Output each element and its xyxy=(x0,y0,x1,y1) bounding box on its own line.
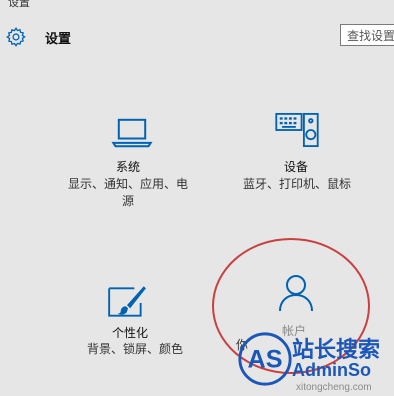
laptop-icon xyxy=(111,118,153,148)
watermark-brand-a: Admin xyxy=(292,360,348,380)
watermark-brand-b: So xyxy=(348,360,372,380)
tile-devices-desc-line1: 蓝牙、打印机、鼠标 xyxy=(242,177,351,191)
search-input[interactable]: 查找设置 xyxy=(340,24,394,46)
person-icon xyxy=(279,275,313,312)
tile-devices-label: 设备 xyxy=(284,160,309,174)
tile-personalization[interactable]: 个性化 背景、锁屏、颜色 xyxy=(70,278,200,368)
watermark: AS 站长搜索 AdminSo xitongcheng.com xyxy=(236,330,394,396)
watermark-logo: AS xyxy=(238,332,292,386)
tile-system[interactable]: 系统 显示、通知、应用、电 源 xyxy=(30,108,200,208)
svg-text:AS: AS xyxy=(248,346,283,374)
window-title: 设置 xyxy=(8,0,30,9)
tile-system-desc-line1: 显示、通知、应用、电 xyxy=(67,177,188,191)
tile-personalization-label: 个性化 xyxy=(112,326,149,340)
paintbrush-icon xyxy=(108,286,146,317)
tile-system-label: 系统 xyxy=(116,160,141,174)
gear-icon xyxy=(6,27,26,47)
tile-personalization-desc-line1: 背景、锁屏、颜色 xyxy=(86,342,183,356)
tile-devices[interactable]: 设备 蓝牙、打印机、鼠标 xyxy=(230,108,394,198)
keyboard-speaker-icon xyxy=(275,112,319,148)
watermark-url: xitongcheng.com xyxy=(296,382,372,393)
tile-system-desc-line2: 源 xyxy=(121,194,134,208)
page-title: 设置 xyxy=(45,31,72,46)
watermark-brand: AdminSo xyxy=(292,360,371,381)
